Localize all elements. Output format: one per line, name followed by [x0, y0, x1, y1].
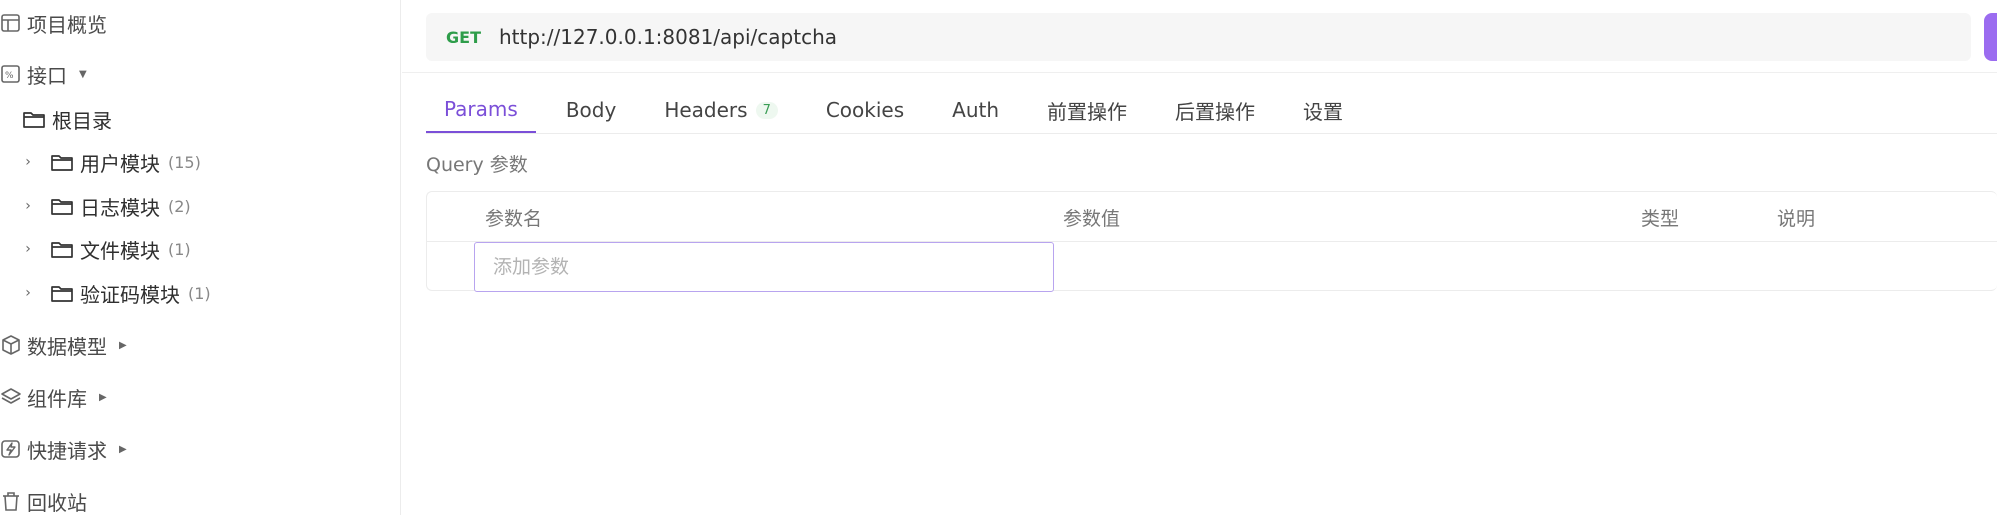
tab-label: Params — [444, 96, 518, 121]
folder-count: (15) — [168, 152, 201, 172]
trash-icon — [0, 490, 22, 512]
nav-item-data-model[interactable]: 数据模型 ▶ — [0, 325, 127, 365]
folder-icon — [50, 151, 74, 173]
tab-label: Auth — [952, 98, 1000, 122]
tree-label: 日志模块 — [80, 195, 160, 220]
caret-right-icon: ▶ — [99, 391, 107, 403]
api-icon: % — [0, 63, 22, 85]
tab-label: Headers — [664, 98, 748, 122]
tree-item-folder[interactable]: › 用户模块 (15) — [20, 143, 201, 181]
tree-label: 用户模块 — [80, 151, 160, 176]
folder-count: (1) — [188, 283, 211, 303]
tab-label: 设置 — [1303, 99, 1344, 124]
tab-post-operations[interactable]: 后置操作 — [1157, 86, 1273, 134]
lightning-icon — [0, 438, 22, 460]
nav-label: 接口 — [27, 63, 67, 88]
tab-label: 后置操作 — [1175, 99, 1256, 124]
folder-icon — [22, 108, 46, 130]
nav-label: 项目概览 — [27, 12, 107, 37]
column-header-name: 参数名 — [485, 208, 543, 230]
folder-count: (2) — [168, 196, 191, 216]
column-header-description: 说明 — [1777, 208, 1816, 230]
nav-item-project-overview[interactable]: 项目概览 — [0, 3, 107, 43]
caret-right-icon: ▶ — [119, 443, 127, 455]
add-param-input[interactable] — [474, 242, 1054, 292]
url-bar[interactable]: GET http://127.0.0.1:8081/api/captcha — [426, 13, 1971, 61]
svg-text:%: % — [5, 71, 14, 81]
url-input[interactable]: http://127.0.0.1:8081/api/captcha — [499, 25, 837, 49]
tree-label: 文件模块 — [80, 238, 160, 263]
nav-item-trash[interactable]: 回收站 — [0, 481, 87, 521]
nav-label: 快捷请求 — [27, 438, 107, 463]
nav-item-components[interactable]: 组件库 ▶ — [0, 377, 107, 417]
folder-icon — [50, 195, 74, 217]
cube-icon — [0, 334, 22, 356]
nav-item-quick-request[interactable]: 快捷请求 ▶ — [0, 429, 127, 469]
tab-auth[interactable]: Auth — [934, 86, 1017, 134]
tree-item-root[interactable]: 根目录 — [22, 100, 112, 138]
tabs-divider — [426, 133, 1997, 134]
chevron-right-icon[interactable]: › — [20, 285, 36, 301]
tab-label: 前置操作 — [1047, 99, 1128, 124]
folder-count: (1) — [168, 239, 191, 259]
tab-label: Cookies — [825, 98, 905, 122]
caret-down-icon: ▼ — [79, 68, 87, 80]
column-header-value: 参数值 — [1063, 208, 1121, 230]
folder-icon — [50, 238, 74, 260]
tree-label: 根目录 — [52, 108, 112, 133]
nav-label: 组件库 — [27, 386, 87, 411]
nav-label: 数据模型 — [27, 334, 107, 359]
params-table: 参数名 参数值 类型 说明 — [426, 191, 1997, 292]
tab-params[interactable]: Params — [426, 86, 536, 134]
chevron-right-icon[interactable]: › — [20, 241, 36, 257]
sidebar: 项目概览 % 接口 ▼ 根目录 › 用户模块 (15) › 日志模块 (2) › — [0, 0, 401, 515]
request-tabs: Params Body Headers 7 Cookies Auth 前置操作 后… — [426, 86, 1361, 134]
divider — [402, 72, 1997, 73]
query-params-title: Query 参数 — [426, 154, 528, 176]
tree-label: 验证码模块 — [80, 282, 180, 307]
tree-item-folder[interactable]: › 验证码模块 (1) — [20, 274, 211, 312]
http-method[interactable]: GET — [446, 28, 481, 47]
chevron-right-icon[interactable]: › — [20, 154, 36, 170]
tab-headers[interactable]: Headers 7 — [646, 86, 796, 134]
column-header-type: 类型 — [1641, 208, 1680, 230]
send-button[interactable] — [1984, 13, 1997, 61]
nav-item-api[interactable]: % 接口 ▼ — [0, 54, 87, 94]
tab-body[interactable]: Body — [548, 86, 635, 134]
chevron-right-icon[interactable]: › — [20, 198, 36, 214]
folder-icon — [50, 282, 74, 304]
request-panel: GET http://127.0.0.1:8081/api/captcha Pa… — [402, 0, 1997, 515]
tree-item-folder[interactable]: › 文件模块 (1) — [20, 230, 191, 268]
layers-icon — [0, 386, 22, 408]
tab-settings[interactable]: 设置 — [1285, 86, 1361, 134]
nav-label: 回收站 — [27, 490, 87, 515]
tab-label: Body — [565, 98, 617, 122]
caret-right-icon: ▶ — [119, 339, 127, 351]
tab-cookies[interactable]: Cookies — [808, 86, 922, 134]
tab-pre-operations[interactable]: 前置操作 — [1029, 86, 1145, 134]
headers-count-badge: 7 — [755, 101, 778, 119]
layout-icon — [0, 12, 22, 34]
tree-item-folder[interactable]: › 日志模块 (2) — [20, 187, 191, 225]
